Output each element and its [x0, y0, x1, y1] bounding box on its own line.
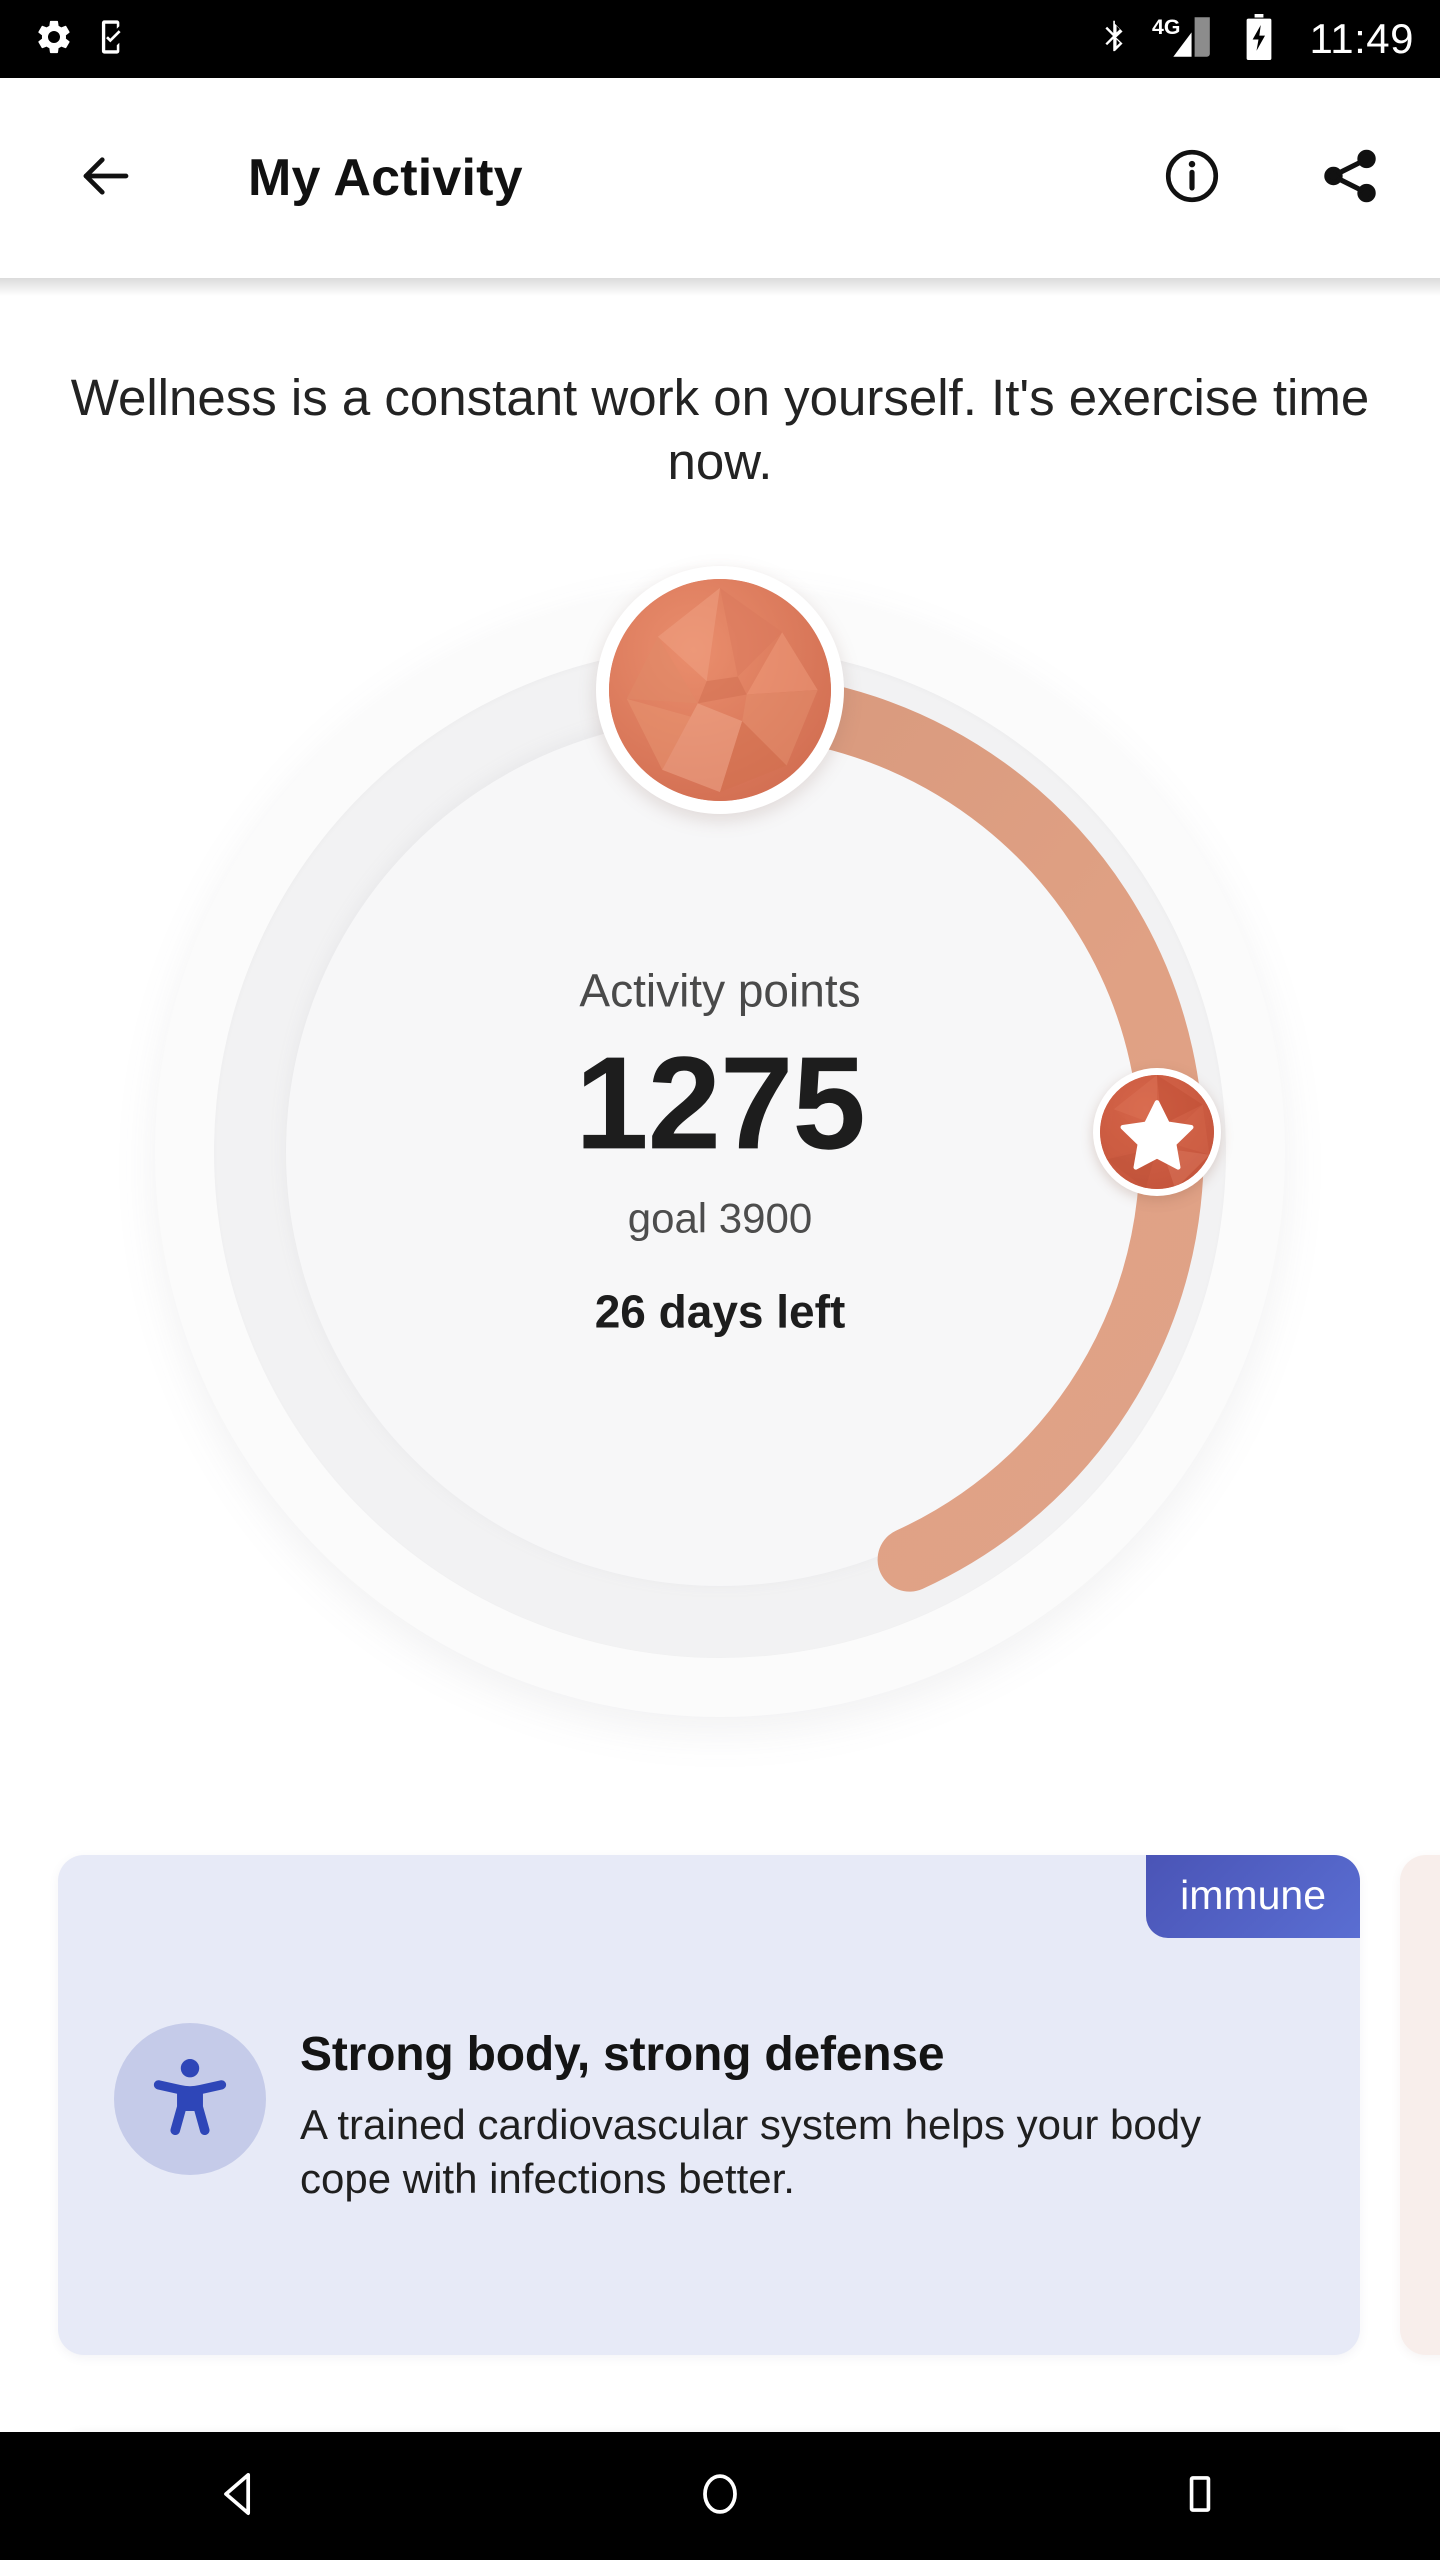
- insight-card-description: A trained cardiovascular system helps yo…: [300, 2101, 1202, 2202]
- app-bar: My Activity: [0, 78, 1440, 278]
- battery-charging-icon: [1242, 13, 1276, 65]
- star-badge-icon: [1100, 1075, 1214, 1189]
- android-navigation-bar: [0, 2432, 1440, 2560]
- ring-center-readout: Activity points 1275 goal 3900 26 days l…: [340, 965, 1100, 1338]
- settings-gear-icon: [34, 17, 74, 62]
- insight-card-next-peek[interactable]: [1400, 1855, 1440, 2355]
- avatar[interactable]: [596, 566, 844, 814]
- insight-card-immune[interactable]: immune Strong body, strong defense A tra…: [58, 1855, 1360, 2355]
- share-icon: [1318, 144, 1382, 213]
- signal-4g-icon: 4G: [1152, 14, 1222, 65]
- status-bar-clock: 11:49: [1309, 15, 1414, 62]
- status-bar: 4G 11:49: [0, 0, 1440, 78]
- activity-points-value: 1275: [575, 1029, 866, 1176]
- insight-card-body: Strong body, strong defense A trained ca…: [114, 2019, 1300, 2206]
- nav-back-button[interactable]: [150, 2432, 330, 2560]
- page-title: My Activity: [248, 149, 523, 207]
- nav-recents-button[interactable]: [1110, 2432, 1290, 2560]
- status-bar-right-icons: 4G 11:49: [1096, 13, 1415, 65]
- bluetooth-icon: [1096, 17, 1132, 62]
- insight-card-title: Strong body, strong defense: [300, 2028, 945, 2081]
- accessibility-icon: [114, 2023, 266, 2175]
- status-bar-left-icons: [34, 17, 132, 62]
- app-bar-actions: [1146, 132, 1396, 224]
- days-left-label: 26 days left: [594, 1285, 846, 1338]
- activity-progress-ring[interactable]: Activity points 1275 goal 3900 26 days l…: [140, 566, 1300, 1732]
- nav-recents-icon: [1177, 2471, 1223, 2522]
- nav-home-icon: [695, 2469, 745, 2524]
- gem-avatar-icon: [609, 579, 831, 801]
- nav-back-icon: [212, 2466, 268, 2527]
- activity-points-label: Activity points: [579, 964, 861, 1017]
- back-arrow-icon: [76, 146, 136, 211]
- milestone-star-badge[interactable]: [1093, 1068, 1221, 1196]
- back-button[interactable]: [60, 132, 152, 224]
- svg-text:4G: 4G: [1152, 14, 1180, 38]
- phone-checkmark-icon: [94, 18, 132, 61]
- insight-card-text: Strong body, strong defense A trained ca…: [300, 2019, 1300, 2206]
- info-icon: [1161, 145, 1223, 212]
- status-badge: immune: [1146, 1855, 1360, 1938]
- app-bar-divider: [0, 278, 1440, 296]
- motivational-headline: Wellness is a constant work on yourself.…: [70, 369, 1370, 490]
- activity-goal-label: goal 3900: [627, 1194, 813, 1242]
- insight-cards-carousel[interactable]: immune Strong body, strong defense A tra…: [0, 1855, 1440, 2375]
- info-button[interactable]: [1146, 132, 1238, 224]
- share-button[interactable]: [1304, 132, 1396, 224]
- nav-home-button[interactable]: [630, 2432, 810, 2560]
